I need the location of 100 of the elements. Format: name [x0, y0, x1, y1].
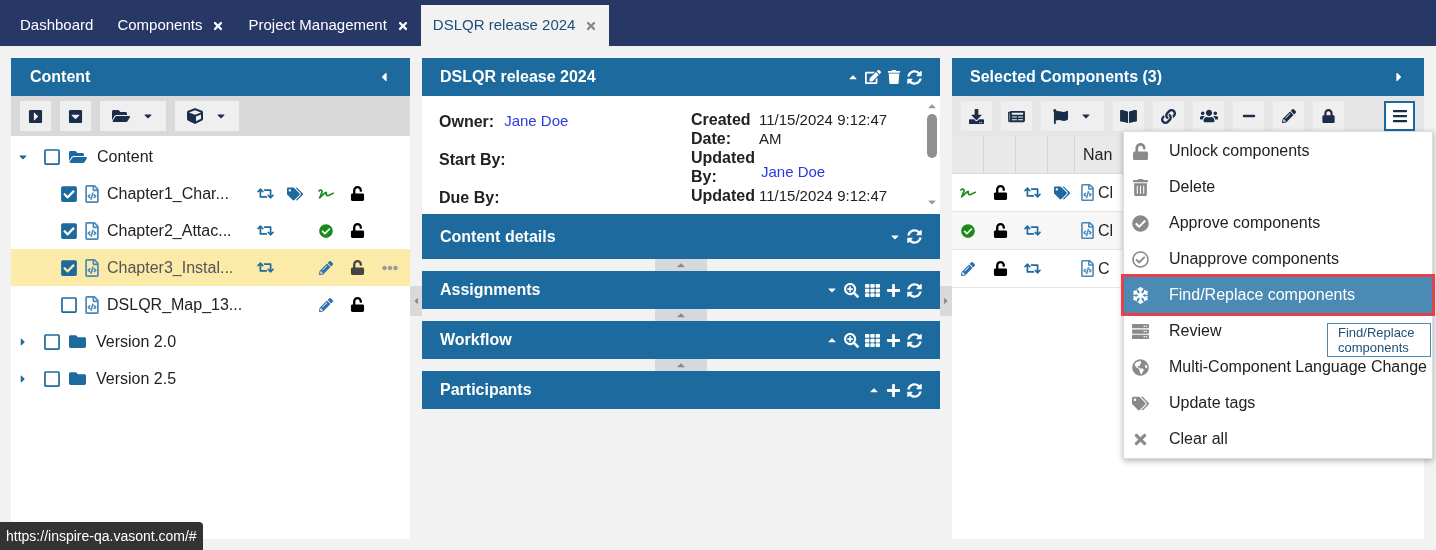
refresh-icon[interactable] — [907, 229, 922, 244]
checkbox[interactable] — [60, 221, 78, 240]
code-file-icon — [1080, 260, 1095, 277]
refresh-icon[interactable] — [907, 332, 922, 348]
users-button[interactable] — [1193, 101, 1224, 131]
folder-icon — [69, 370, 86, 387]
add-icon[interactable] — [886, 382, 901, 398]
download-icon — [969, 108, 984, 124]
checkbox[interactable] — [43, 369, 61, 388]
grid-icon[interactable] — [865, 282, 880, 298]
code-file-icon — [84, 258, 100, 277]
lock-button[interactable] — [1313, 101, 1344, 131]
checkbox[interactable] — [43, 147, 61, 166]
menu-item[interactable]: Find/Replace components — [1124, 277, 1432, 313]
field-value: 11/15/2024 9:12:47 — [759, 186, 889, 205]
folder-menu-button[interactable] — [100, 101, 166, 131]
menu-item[interactable]: Delete — [1124, 169, 1224, 205]
globe-icon — [1132, 358, 1149, 376]
expand-button[interactable] — [20, 101, 51, 131]
language-button[interactable] — [1113, 101, 1144, 131]
checkbox[interactable] — [43, 332, 61, 351]
tree-item-label: Chapter1_Char... — [107, 183, 230, 204]
section-header[interactable]: Workflow — [422, 321, 940, 359]
splitter-handle[interactable] — [410, 286, 422, 316]
menu-item[interactable]: Approve components — [1124, 205, 1329, 241]
tab[interactable]: Components — [105, 5, 237, 46]
field-label: Start By: — [439, 150, 506, 170]
component-menu-button[interactable] — [175, 101, 239, 131]
panel-title: Selected Components (3) — [970, 67, 1163, 87]
trash-icon[interactable] — [887, 70, 901, 84]
menu-item[interactable]: Clear all — [1124, 421, 1236, 457]
close-icon[interactable] — [396, 19, 409, 32]
tab[interactable]: Project Management — [236, 5, 421, 46]
flag-icon — [1053, 108, 1068, 124]
checkbox[interactable] — [60, 184, 78, 203]
stack-icon — [1132, 322, 1149, 340]
splitter-handle[interactable] — [940, 286, 952, 316]
panel-title: Content — [30, 67, 91, 87]
menu-item[interactable]: Unapprove components — [1124, 241, 1347, 277]
collapse-handle[interactable] — [655, 359, 707, 371]
tree-row[interactable]: DSLQR_Map_13... — [11, 286, 410, 323]
add-icon[interactable] — [886, 332, 901, 348]
tree-item-label[interactable]: Content — [97, 144, 154, 169]
unlocked-padlock-icon — [349, 223, 365, 238]
tags-icon — [1132, 394, 1149, 412]
tab[interactable]: DSLQR release 2024 — [420, 5, 610, 46]
menu-item[interactable]: Update tags — [1124, 385, 1264, 421]
panel-title: DSLQR release 2024 — [440, 67, 596, 87]
checkbox[interactable] — [60, 295, 78, 314]
tab-label: DSLQR release 2024 — [432, 15, 576, 36]
zoom-in-icon[interactable] — [844, 282, 859, 298]
report-button[interactable] — [1001, 101, 1032, 131]
refresh-icon[interactable] — [907, 69, 922, 85]
refresh-icon[interactable] — [907, 282, 922, 298]
tab-label: Project Management — [248, 15, 387, 36]
section-header[interactable]: Assignments — [422, 271, 940, 309]
user-link[interactable]: Jane Doe — [759, 148, 909, 181]
tab[interactable]: Dashboard — [8, 5, 106, 46]
menu-item[interactable]: Review — [1124, 313, 1230, 349]
table-cell-text: Cl — [1098, 182, 1114, 203]
scrollbar-thumb[interactable] — [927, 114, 937, 158]
column-header[interactable]: Nan — [1083, 142, 1113, 167]
lock-icon — [1322, 109, 1335, 123]
section-header[interactable]: Content details — [422, 214, 940, 259]
remove-button[interactable] — [1233, 101, 1264, 131]
section-title: Content details — [440, 226, 556, 247]
user-link[interactable]: Jane Doe — [504, 110, 569, 133]
tab-label: Dashboard — [20, 15, 94, 36]
download-button[interactable] — [961, 101, 992, 131]
expand-icon — [28, 108, 43, 124]
tree-row[interactable]: Chapter1_Char... — [11, 175, 410, 212]
link-button[interactable] — [1153, 101, 1184, 131]
trash-icon — [1132, 178, 1149, 196]
zoom-in-icon[interactable] — [844, 332, 859, 348]
tree-row[interactable]: Chapter3_Instal... — [11, 249, 410, 286]
refresh-icon[interactable] — [907, 382, 922, 398]
edit-button[interactable] — [1273, 101, 1304, 131]
link-icon — [1161, 108, 1176, 124]
tree-row[interactable]: Chapter2_Attac... — [11, 212, 410, 249]
collapse-handle[interactable] — [655, 259, 707, 271]
edit-icon[interactable] — [865, 69, 881, 85]
flag-menu-button[interactable] — [1041, 101, 1104, 131]
tooltip: Find/Replace components — [1327, 323, 1431, 357]
add-icon[interactable] — [886, 282, 901, 298]
close-icon[interactable] — [212, 19, 225, 32]
unlocked-padlock-icon — [349, 186, 365, 201]
code-file-icon — [1080, 222, 1095, 239]
grid-icon[interactable] — [865, 332, 880, 348]
section-header[interactable]: Participants — [422, 371, 940, 409]
collapse-button[interactable] — [60, 101, 91, 131]
checkbox[interactable] — [60, 258, 78, 277]
menu-button[interactable] — [1384, 101, 1415, 131]
menu-item[interactable]: Unlock components — [1124, 133, 1318, 169]
collapse-handle[interactable] — [655, 309, 707, 321]
pencil-icon — [961, 261, 975, 276]
snowflake-icon — [1132, 286, 1149, 304]
tree-item-label[interactable]: Version 2.5 — [96, 366, 177, 391]
tree-item-label[interactable]: Version 2.0 — [96, 329, 177, 354]
section-title: Assignments — [440, 280, 541, 300]
unlocked-padlock-icon — [992, 185, 1008, 200]
